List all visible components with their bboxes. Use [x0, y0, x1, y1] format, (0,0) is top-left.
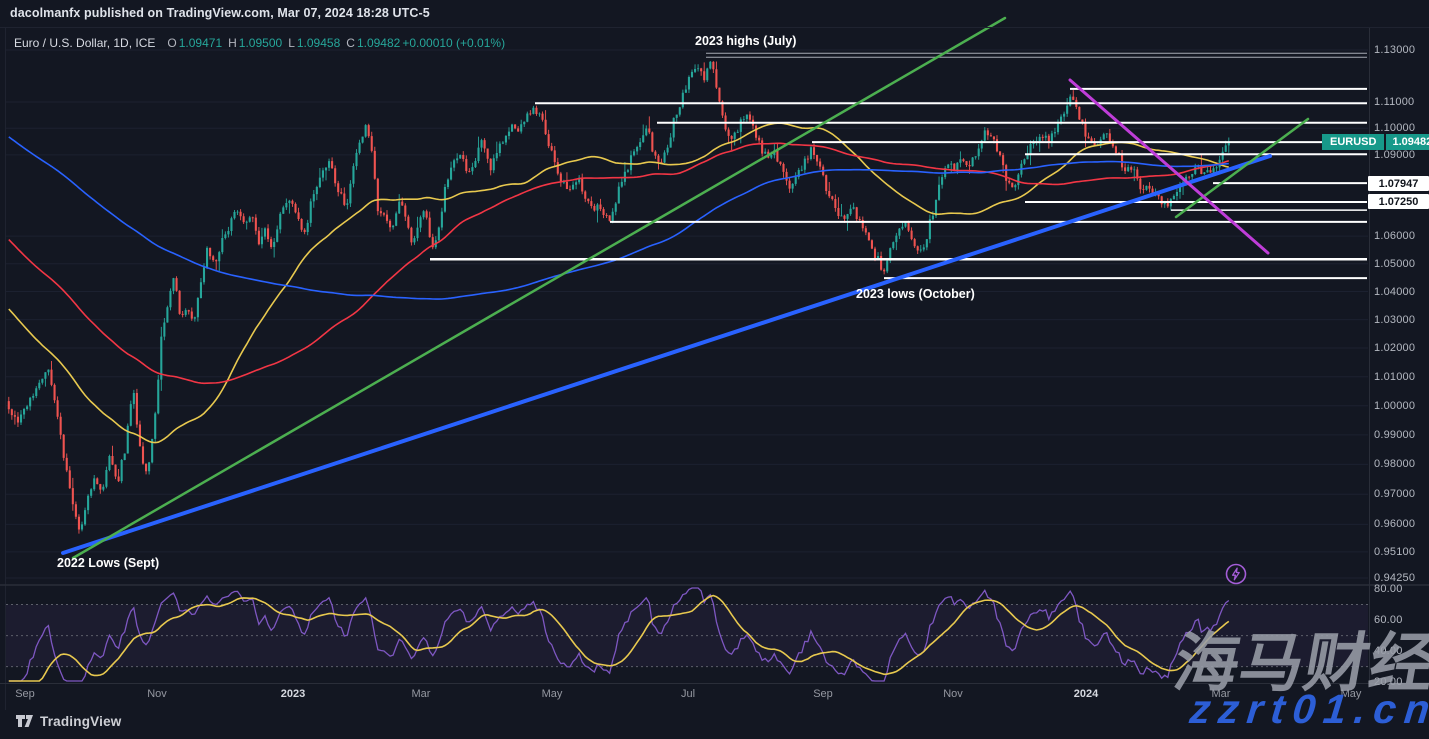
footer-brand: TradingView: [40, 714, 122, 729]
low-value: 1.09458: [296, 36, 341, 50]
candles-up: [19, 61, 1230, 530]
level-badge-107250: 1.07250: [1368, 194, 1429, 209]
annotation-2022-lows[interactable]: 2022 Lows (Sept): [57, 556, 159, 570]
tradingview-published-chart: dacolmanfx published on TradingView.com,…: [0, 0, 1429, 739]
badge-price: 1.09482: [1386, 134, 1429, 150]
open-value: 1.09471: [178, 36, 223, 50]
publish-header: dacolmanfx published on TradingView.com,…: [10, 6, 430, 20]
change-value: +0.00010 (+0.01%): [402, 36, 506, 50]
low-label: L: [288, 36, 295, 50]
high-value: 1.09500: [238, 36, 283, 50]
ma-line-200[interactable]: [8, 136, 1229, 300]
current-price-badge: EURUSD 1.09482: [1322, 134, 1429, 150]
badge-symbol: EURUSD: [1322, 134, 1385, 150]
symbol-title: Euro / U.S. Dollar, 1D, ICE: [14, 36, 156, 50]
candle-wicks-down: [8, 61, 1211, 534]
candle-wicks-up: [20, 61, 1230, 532]
candles-down: [7, 61, 1212, 530]
tradingview-mark-icon: [16, 715, 33, 727]
footer-logo[interactable]: TradingView: [16, 714, 121, 729]
open-label: O: [167, 36, 177, 50]
flash-bolt-icon[interactable]: [1224, 562, 1248, 586]
level-badge-107947: 1.07947: [1368, 176, 1429, 191]
ma-line-50[interactable]: [8, 122, 1229, 444]
close-value: 1.09482: [356, 36, 401, 50]
watermark-url: zzrt01.cn: [1187, 686, 1429, 732]
high-label: H: [228, 36, 237, 50]
annotation-2023-highs[interactable]: 2023 highs (July): [695, 34, 796, 48]
symbol-legend: Euro / U.S. Dollar, 1D, ICE O 1.09471 H 1.09…: [14, 36, 505, 50]
annotation-2023-lows[interactable]: 2023 lows (October): [856, 287, 975, 301]
close-label: C: [346, 36, 355, 50]
